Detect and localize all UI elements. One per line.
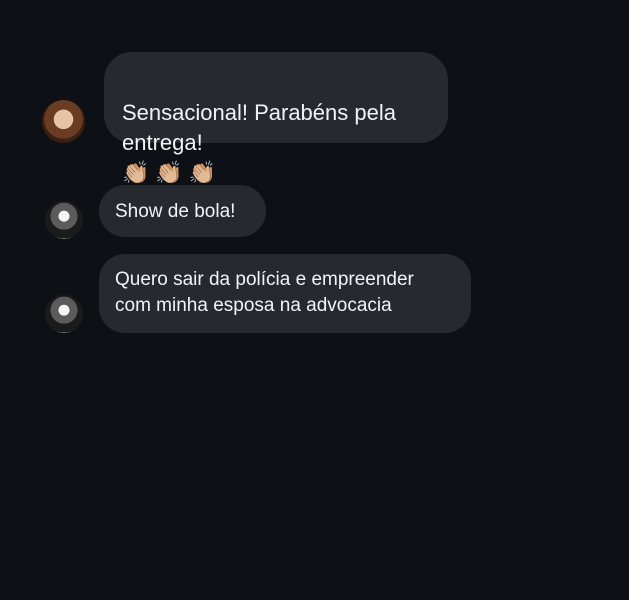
user-avatar-woman-icon[interactable] <box>42 100 85 143</box>
message-bubble[interactable]: Sensacional! Parabéns pela entrega! 👏🏼👏🏼… <box>104 52 448 186</box>
chat-thread: Sensacional! Parabéns pela entrega! 👏🏼👏🏼… <box>0 0 629 600</box>
clapping-hands-emoji: 👏🏼👏🏼👏🏼 <box>122 161 223 186</box>
user-avatar-man-icon[interactable] <box>45 295 83 333</box>
message-bubble[interactable]: Show de bola! <box>99 185 266 237</box>
user-avatar-man-icon[interactable] <box>45 201 83 239</box>
message-text: Quero sair da polícia e empreender com m… <box>115 269 414 316</box>
message-text: Show de bola! <box>115 201 236 222</box>
message-bubble[interactable]: Quero sair da polícia e empreender com m… <box>99 254 471 333</box>
message-text: Sensacional! Parabéns pela entrega! 👏🏼👏🏼… <box>122 68 430 189</box>
message-text-body: Sensacional! Parabéns pela entrega! <box>122 100 396 155</box>
